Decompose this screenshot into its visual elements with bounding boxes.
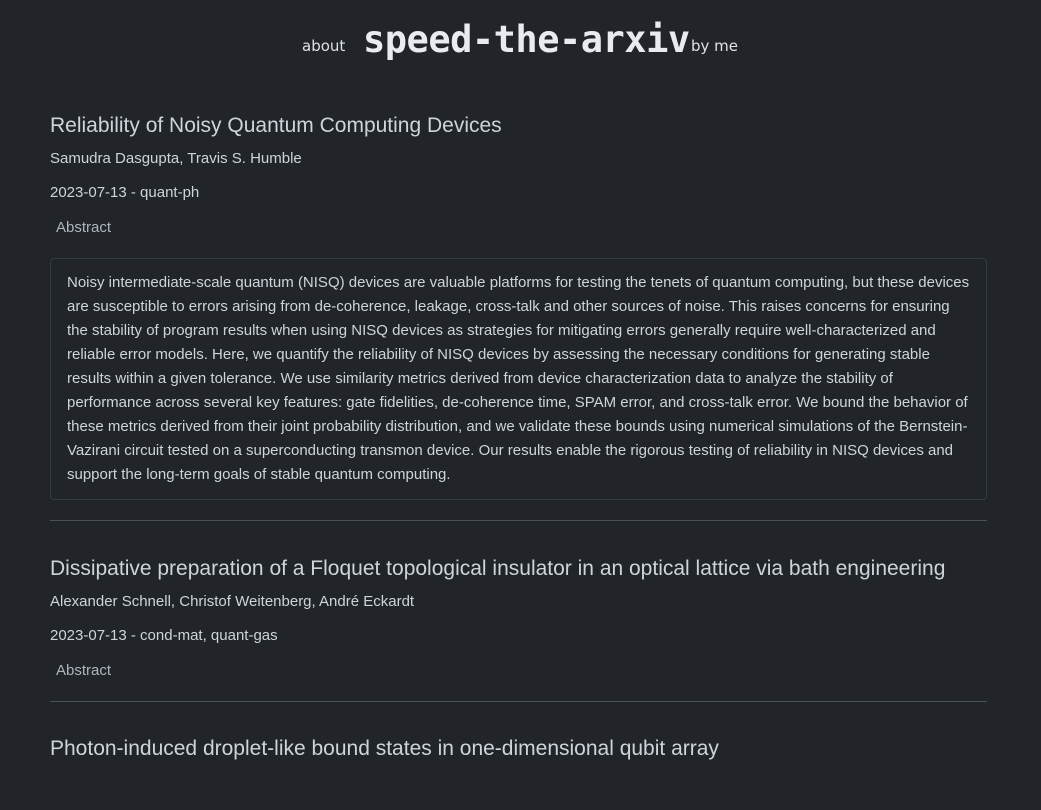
paper-authors: Alexander Schnell, Christof Weitenberg, … [50, 593, 415, 610]
abstract-toggle-button[interactable]: Abstract [50, 218, 117, 238]
paper-item: Photon-induced droplet-like bound states… [50, 735, 987, 762]
paper-item: Reliability of Noisy Quantum Computing D… [50, 112, 987, 521]
paper-title[interactable]: Photon-induced droplet-like bound states… [50, 735, 987, 762]
paper-item: Dissipative preparation of a Floquet top… [50, 555, 987, 702]
paper-title[interactable]: Dissipative preparation of a Floquet top… [50, 555, 987, 582]
nav-about-link[interactable]: about [302, 37, 345, 55]
abstract-text: Noisy intermediate-scale quantum (NISQ) … [50, 258, 987, 500]
abstract-toggle-button[interactable]: Abstract [50, 661, 117, 681]
paper-authors: Samudra Dasgupta, Travis S. Humble [50, 150, 302, 167]
nav-by-me-link[interactable]: by me [691, 37, 738, 55]
top-navbar: about speed-the-arxiv by me [0, 0, 1041, 80]
paper-title[interactable]: Reliability of Noisy Quantum Computing D… [50, 112, 987, 139]
paper-date-category: 2023-07-13 - quant-ph [50, 184, 200, 201]
site-logo[interactable]: speed-the-arxiv [363, 18, 690, 62]
paper-date-category: 2023-07-13 - cond-mat, quant-gas [50, 627, 278, 644]
paper-list: Reliability of Noisy Quantum Computing D… [50, 112, 987, 772]
